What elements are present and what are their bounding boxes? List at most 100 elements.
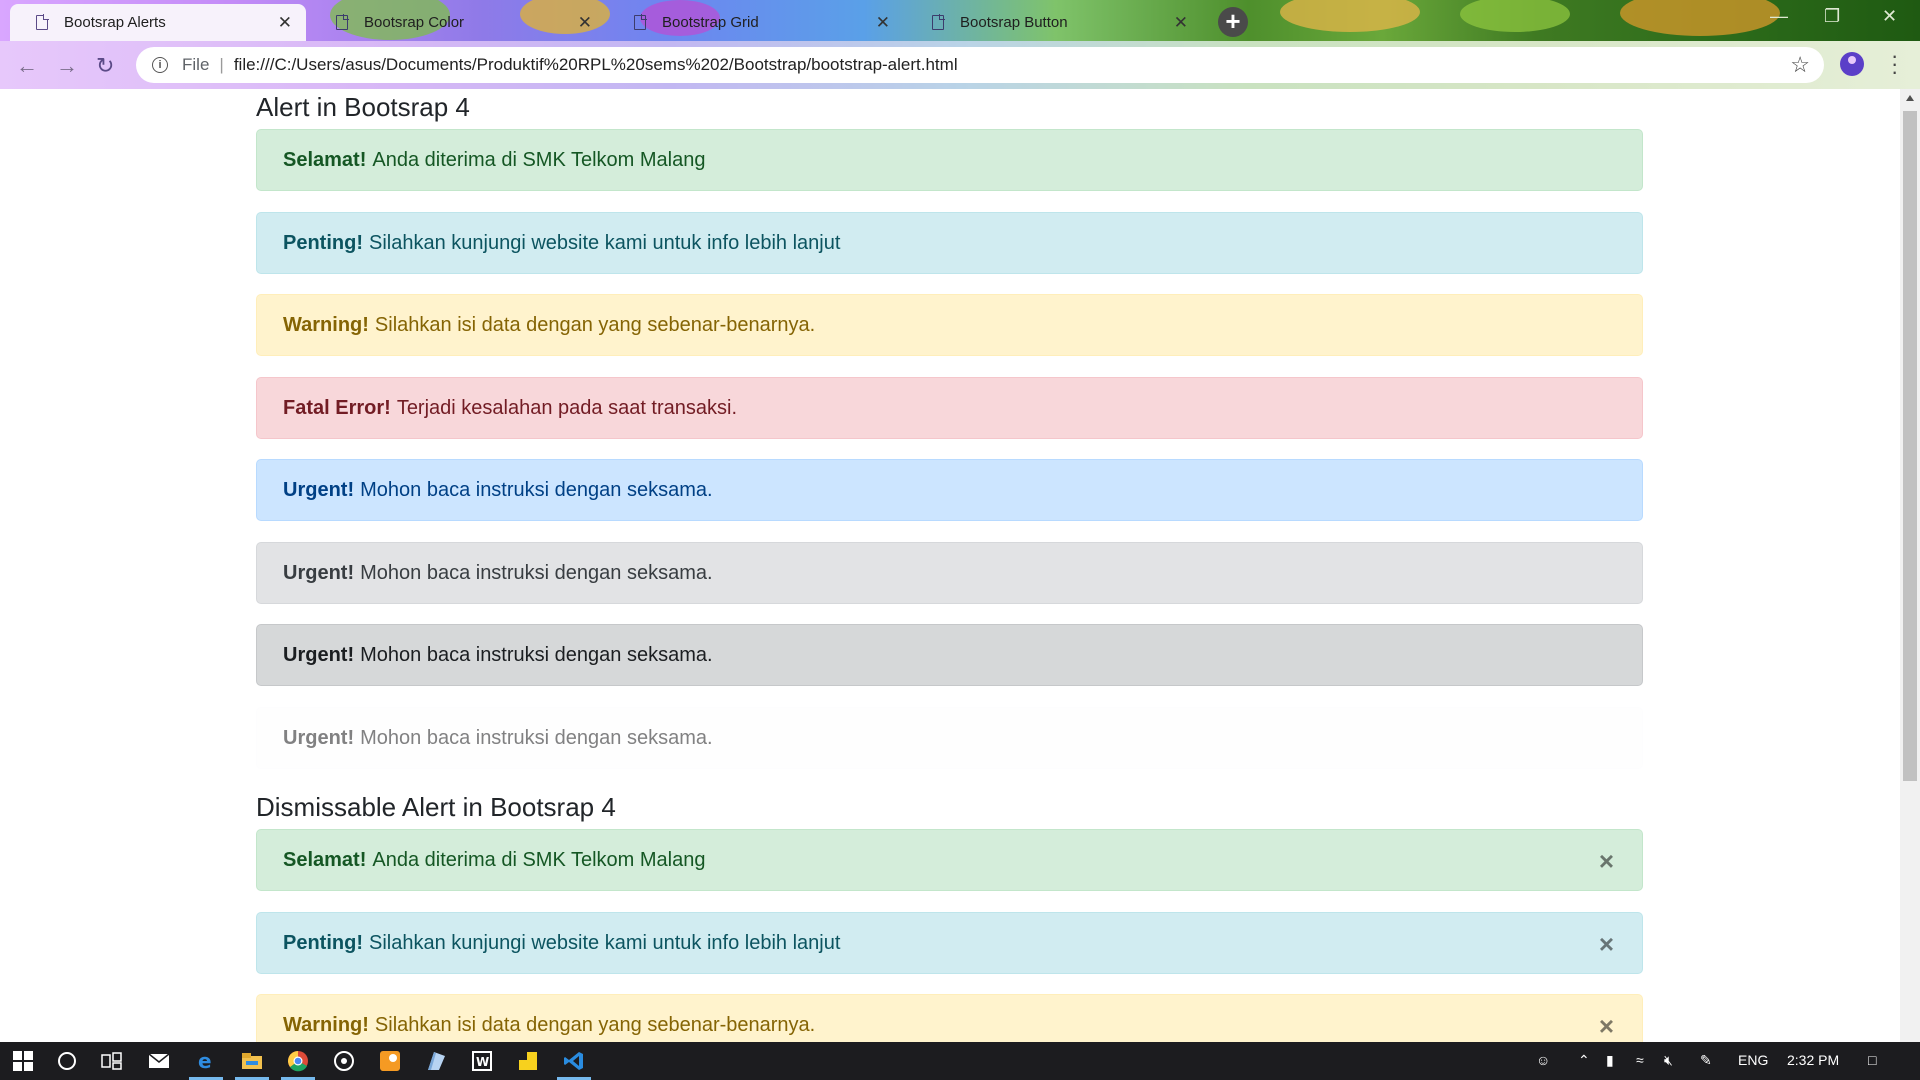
alert-info: Penting! Silahkan kunjungi website kami … bbox=[256, 212, 1643, 274]
star-icon[interactable]: ☆ bbox=[1790, 52, 1810, 78]
separator: | bbox=[219, 55, 224, 74]
alert-text: Anda diterima di SMK Telkom Malang bbox=[372, 848, 706, 871]
profile-icon[interactable] bbox=[1840, 52, 1864, 76]
alert-strong: Urgent! bbox=[283, 478, 355, 501]
theme-decoration bbox=[1620, 0, 1780, 36]
address-bar[interactable]: i File | file:///C:/Users/asus/Documents… bbox=[136, 47, 1824, 83]
action-center-icon[interactable]: □ bbox=[1868, 1052, 1876, 1068]
scrollbar-thumb[interactable] bbox=[1903, 111, 1917, 781]
alert-strong: Warning! bbox=[283, 1013, 369, 1036]
paint-icon[interactable] bbox=[367, 1042, 413, 1080]
chrome-icon[interactable] bbox=[275, 1042, 321, 1080]
windows-start-icon[interactable] bbox=[0, 1042, 46, 1080]
edge-icon[interactable]: e bbox=[183, 1042, 229, 1080]
windows-taskbar: e W ☺ ⌃ ▮ ≈ 🔇︎ ✎ ENG 2:32 PM □ bbox=[0, 1042, 1920, 1080]
tab-bootsrap-color[interactable]: Bootsrap Color ✕ bbox=[310, 4, 606, 41]
tab-label: Bootsrap Button bbox=[960, 14, 1068, 31]
svg-text:W: W bbox=[476, 1055, 489, 1069]
info-icon[interactable]: i bbox=[152, 57, 168, 73]
theme-decoration bbox=[1280, 0, 1420, 32]
alert-light: Urgent! Mohon baca instruksi dengan seks… bbox=[256, 707, 1643, 769]
vertical-scrollbar[interactable] bbox=[1900, 89, 1920, 1042]
close-tab-icon[interactable]: ✕ bbox=[278, 13, 292, 33]
alert-strong: Penting! bbox=[283, 231, 363, 254]
sticky-notes-icon[interactable] bbox=[505, 1042, 551, 1080]
notes-app-icon[interactable] bbox=[413, 1042, 459, 1080]
close-window-icon[interactable]: ✕ bbox=[1882, 6, 1897, 27]
word-icon[interactable]: W bbox=[459, 1042, 505, 1080]
file-explorer-icon[interactable] bbox=[229, 1042, 275, 1080]
alert-text: Silahkan isi data dengan yang sebenar-be… bbox=[374, 313, 816, 336]
alert-danger: Fatal Error! Terjadi kesalahan pada saat… bbox=[256, 377, 1643, 439]
task-view-icon[interactable] bbox=[89, 1042, 135, 1080]
alert-success: Selamat! Anda diterima di SMK Telkom Mal… bbox=[256, 129, 1643, 191]
alert-primary: Urgent! Mohon baca instruksi dengan seks… bbox=[256, 459, 1643, 521]
close-icon[interactable]: × bbox=[1599, 1013, 1614, 1039]
reload-icon[interactable]: ↻ bbox=[96, 53, 114, 79]
alert-text: Silahkan kunjungi website kami untuk inf… bbox=[369, 231, 841, 254]
browser-tab-strip: Bootsrap Alerts ✕ Bootsrap Color ✕ Boots… bbox=[0, 0, 1920, 41]
cortana-icon[interactable] bbox=[44, 1042, 90, 1080]
tab-bootstrap-grid[interactable]: Bootstrap Grid ✕ bbox=[608, 4, 904, 41]
new-tab-button[interactable]: + bbox=[1218, 7, 1248, 37]
language-indicator[interactable]: ENG bbox=[1738, 1052, 1768, 1068]
dismissable-alert-warning: Warning! Silahkan isi data dengan yang s… bbox=[256, 994, 1643, 1042]
document-icon bbox=[36, 14, 49, 30]
alert-strong: Selamat! bbox=[283, 848, 367, 871]
page-viewport: Alert in Bootsrap 4 Selamat! Anda diteri… bbox=[0, 89, 1900, 1042]
alert-text: Mohon baca instruksi dengan seksama. bbox=[360, 561, 713, 584]
alert-text: Terjadi kesalahan pada saat transaksi. bbox=[396, 396, 738, 419]
arrow-left-icon[interactable]: ← bbox=[16, 53, 38, 79]
theme-decoration bbox=[1460, 0, 1570, 32]
tab-bootsrap-button[interactable]: Bootsrap Button ✕ bbox=[906, 4, 1202, 41]
restore-icon[interactable]: ❐ bbox=[1824, 6, 1840, 27]
alert-strong: Penting! bbox=[283, 931, 363, 954]
people-icon[interactable]: ☺ bbox=[1536, 1052, 1550, 1068]
close-icon[interactable]: × bbox=[1599, 931, 1614, 957]
url-text[interactable]: file:///C:/Users/asus/Documents/Produkti… bbox=[234, 55, 958, 75]
alert-dark: Urgent! Mohon baca instruksi dengan seks… bbox=[256, 624, 1643, 686]
scheme-label: File bbox=[182, 55, 210, 74]
wifi-icon[interactable]: ≈ bbox=[1636, 1052, 1644, 1068]
alert-strong: Warning! bbox=[283, 313, 369, 336]
close-tab-icon[interactable]: ✕ bbox=[876, 13, 890, 33]
close-icon[interactable]: × bbox=[1599, 848, 1614, 874]
document-icon bbox=[932, 14, 945, 30]
tab-bootsrap-alerts[interactable]: Bootsrap Alerts ✕ bbox=[10, 4, 306, 41]
minimize-icon[interactable]: — bbox=[1770, 6, 1788, 27]
browser-toolbar: ← → ↻ i File | file:///C:/Users/asus/Doc… bbox=[0, 41, 1920, 89]
alert-text: Silahkan kunjungi website kami untuk inf… bbox=[369, 931, 841, 954]
alert-warning: Warning! Silahkan isi data dengan yang s… bbox=[256, 294, 1643, 356]
chevron-up-icon[interactable]: ⌃ bbox=[1578, 1052, 1590, 1069]
tab-label: Bootsrap Color bbox=[364, 14, 465, 31]
scroll-up-icon[interactable] bbox=[1906, 95, 1914, 101]
clock[interactable]: 2:32 PM bbox=[1787, 1052, 1839, 1068]
alert-strong: Urgent! bbox=[283, 643, 355, 666]
alert-strong: Fatal Error! bbox=[283, 396, 391, 419]
media-icon[interactable] bbox=[321, 1042, 367, 1080]
alert-strong: Urgent! bbox=[283, 726, 355, 749]
close-tab-icon[interactable]: ✕ bbox=[578, 13, 592, 33]
alert-text: Mohon baca instruksi dengan seksama. bbox=[360, 726, 713, 749]
pen-icon[interactable]: ✎ bbox=[1700, 1052, 1712, 1069]
document-icon bbox=[336, 14, 349, 30]
alert-strong: Urgent! bbox=[283, 561, 355, 584]
kebab-menu-icon[interactable]: · · · bbox=[1891, 45, 1898, 83]
alert-secondary: Urgent! Mohon baca instruksi dengan seks… bbox=[256, 542, 1643, 604]
alert-text: Silahkan isi data dengan yang sebenar-be… bbox=[374, 1013, 816, 1036]
arrow-right-icon[interactable]: → bbox=[56, 53, 78, 79]
dismissable-alert-success: Selamat! Anda diterima di SMK Telkom Mal… bbox=[256, 829, 1643, 891]
speaker-muted-icon[interactable]: 🔇︎ bbox=[1664, 1052, 1673, 1069]
battery-icon[interactable]: ▮ bbox=[1606, 1052, 1614, 1069]
section-title-alerts: Alert in Bootsrap 4 bbox=[256, 92, 470, 122]
alert-strong: Selamat! bbox=[283, 148, 367, 171]
close-tab-icon[interactable]: ✕ bbox=[1174, 13, 1188, 33]
mail-icon[interactable] bbox=[136, 1042, 182, 1080]
tab-label: Bootstrap Grid bbox=[662, 14, 759, 31]
alert-text: Anda diterima di SMK Telkom Malang bbox=[372, 148, 706, 171]
svg-text:e: e bbox=[198, 1050, 212, 1072]
vscode-icon[interactable] bbox=[551, 1042, 597, 1080]
dismissable-alert-info: Penting! Silahkan kunjungi website kami … bbox=[256, 912, 1643, 974]
alert-text: Mohon baca instruksi dengan seksama. bbox=[360, 643, 713, 666]
alert-text: Mohon baca instruksi dengan seksama. bbox=[360, 478, 713, 501]
